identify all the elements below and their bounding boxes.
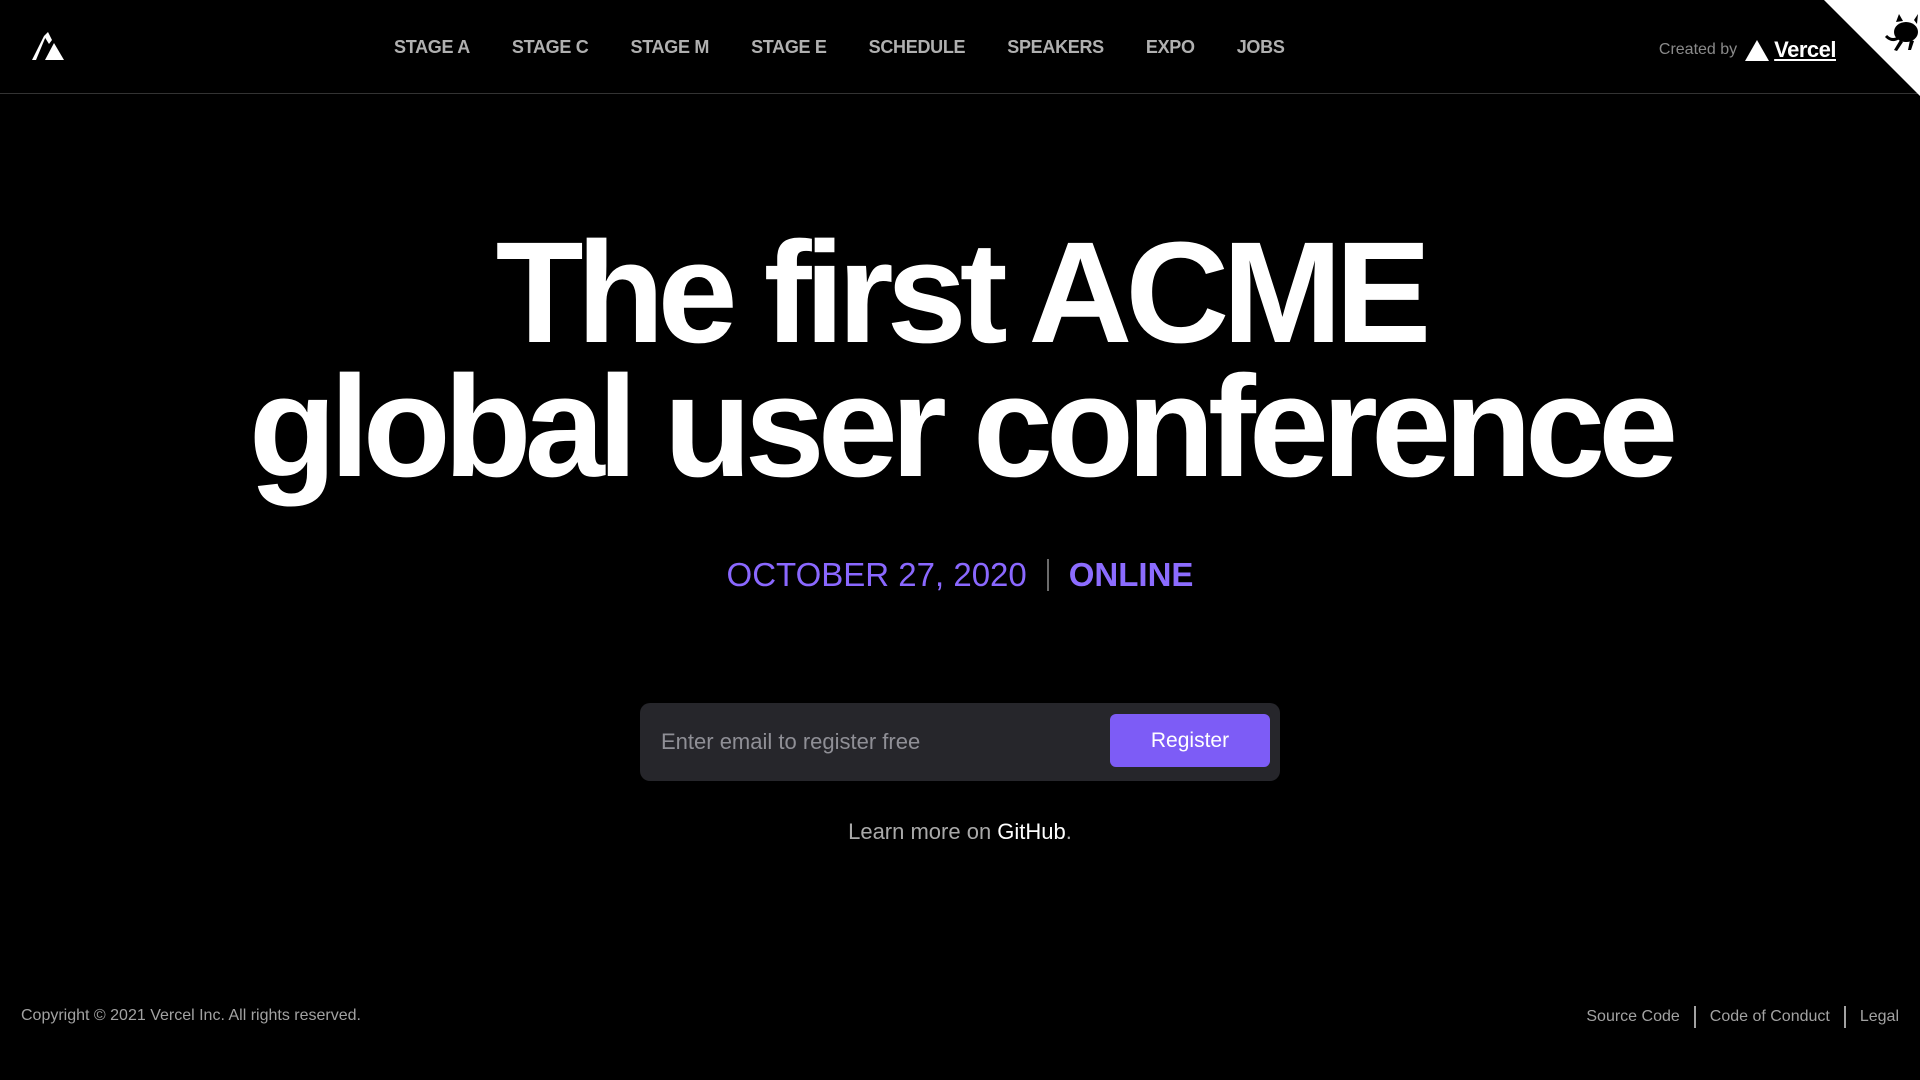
created-by: Created by Vercel — [1658, 0, 1837, 100]
learn-more-suffix: . — [1065, 819, 1072, 844]
footer-links: Source Code Code of Conduct Legal — [1572, 1006, 1899, 1028]
nav-stage-c[interactable]: STAGE C — [491, 0, 610, 94]
nav-stage-m[interactable]: STAGE M — [609, 0, 730, 94]
acme-logo-icon[interactable] — [32, 32, 64, 60]
vercel-link[interactable]: Vercel — [1745, 37, 1836, 63]
main-nav: STAGE A STAGE C STAGE M STAGE E SCHEDULE… — [386, 0, 1306, 94]
page: STAGE A STAGE C STAGE M STAGE E SCHEDULE… — [0, 0, 1920, 1080]
vercel-triangle-icon — [1745, 39, 1770, 61]
footer-link-legal[interactable]: Legal — [1846, 1008, 1899, 1026]
footer-link-source-code[interactable]: Source Code — [1572, 1008, 1693, 1026]
nav-stage-e[interactable]: STAGE E — [730, 0, 848, 94]
site-header: STAGE A STAGE C STAGE M STAGE E SCHEDULE… — [0, 0, 1920, 96]
hero-title-line-2: global user conference — [248, 346, 1678, 507]
footer-link-code-of-conduct[interactable]: Code of Conduct — [1696, 1008, 1844, 1026]
nav-schedule[interactable]: SCHEDULE — [848, 0, 987, 94]
github-corner[interactable] — [1824, 0, 1920, 96]
learn-more: Learn more on GitHub. — [0, 817, 1920, 847]
hero-title: The first ACME global user conference — [0, 212, 1920, 507]
github-link[interactable]: GitHub — [997, 819, 1065, 844]
nav-stage-a[interactable]: STAGE A — [386, 0, 491, 94]
nav-expo[interactable]: EXPO — [1125, 0, 1216, 94]
nav-speakers[interactable]: SPEAKERS — [986, 0, 1125, 94]
email-input[interactable] — [640, 703, 1100, 781]
event-date: OCTOBER 27, 2020 — [726, 556, 1027, 593]
copyright: Copyright © 2021 Vercel Inc. All rights … — [21, 1007, 361, 1024]
event-location: ONLINE — [1068, 556, 1194, 593]
learn-more-prefix: Learn more on — [848, 819, 998, 844]
register-form: Register — [640, 703, 1280, 781]
created-by-label: Created by — [1658, 41, 1738, 58]
register-button[interactable]: Register — [1110, 714, 1270, 767]
event-info: OCTOBER 27, 2020 ONLINE — [0, 552, 1920, 598]
nav-jobs[interactable]: JOBS — [1216, 0, 1306, 94]
event-info-divider — [1046, 559, 1049, 591]
hero-title-line-1: The first ACME — [495, 212, 1432, 373]
